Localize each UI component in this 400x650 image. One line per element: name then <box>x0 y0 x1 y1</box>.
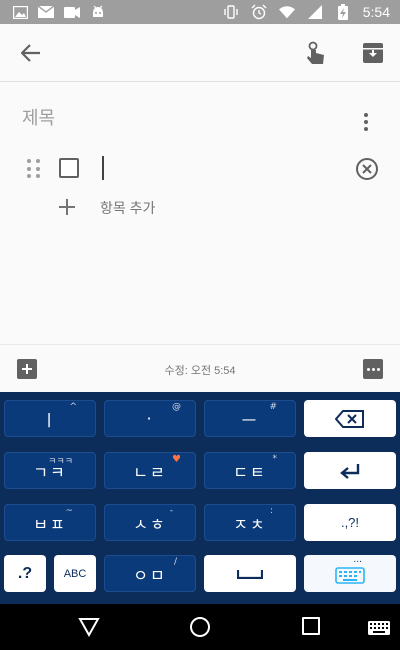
recents-square-icon[interactable] <box>302 617 320 635</box>
more-horiz-icon[interactable] <box>363 359 383 379</box>
status-bar: 5:54 <box>0 0 400 24</box>
space-key[interactable] <box>204 555 296 592</box>
punctuation-key[interactable]: .,?! <box>304 504 396 541</box>
app-bar <box>0 24 400 82</box>
drag-handle-icon[interactable] <box>27 159 41 179</box>
keyboard: ㅣ ^ · @ ㅡ # ㄱㅋ ㅋㅋㅋ ㄴㄹ ♥ ㄷㅌ * ㅂㅍ ~ ㅅㅎ - ㅈ… <box>0 392 400 604</box>
text-cursor[interactable] <box>102 156 104 180</box>
key-j-ch[interactable]: ㅈㅊ : <box>204 504 296 541</box>
key-dot[interactable]: · @ <box>104 400 196 437</box>
key-o-m[interactable]: ㅇㅁ / <box>104 555 196 592</box>
more-vert-icon[interactable] <box>356 110 376 134</box>
screen: 5:54 제목 항목 추가 수정: 오전 5:54 ㅣ ^ · @ ㅡ # ㄱㅋ… <box>0 0 400 650</box>
item-checkbox[interactable] <box>59 158 79 178</box>
key-i[interactable]: ㅣ ^ <box>4 400 96 437</box>
add-item-row[interactable]: 항목 추가 <box>0 194 400 222</box>
cell-signal-icon <box>307 5 323 19</box>
arrow-back-icon[interactable] <box>18 40 44 66</box>
note-title-field[interactable]: 제목 <box>22 104 55 130</box>
add-item-label: 항목 추가 <box>100 200 156 216</box>
backspace-icon <box>335 409 364 428</box>
alarm-icon <box>251 4 267 20</box>
abc-key[interactable]: ABC <box>54 555 96 592</box>
edited-timestamp: 수정: 오전 5:54 <box>164 365 236 377</box>
key-d-t[interactable]: ㄷㅌ * <box>204 452 296 489</box>
vibrate-icon <box>223 5 239 19</box>
enter-icon <box>340 463 360 479</box>
home-circle-icon[interactable] <box>190 617 210 637</box>
key-g-k[interactable]: ㄱㅋ ㅋㅋㅋ <box>4 452 96 489</box>
plus-icon <box>56 196 78 218</box>
wifi-icon <box>278 5 295 19</box>
key-n-r[interactable]: ㄴㄹ ♥ <box>104 452 196 489</box>
enter-key[interactable] <box>304 452 396 489</box>
archive-icon[interactable] <box>360 40 386 66</box>
battery-charging-icon <box>335 4 351 20</box>
key-s-h[interactable]: ㅅㅎ - <box>104 504 196 541</box>
backspace-key[interactable] <box>304 400 396 437</box>
note-editor: 제목 항목 추가 <box>0 82 400 344</box>
status-time: 5:54 <box>362 4 390 20</box>
back-triangle-icon[interactable] <box>78 616 100 638</box>
checklist-item <box>0 154 400 184</box>
mail-icon <box>38 5 54 19</box>
clear-item-icon[interactable] <box>355 157 379 181</box>
video-icon <box>64 5 80 19</box>
keyboard-icon <box>335 566 365 584</box>
symbol-key[interactable]: .? <box>4 555 46 592</box>
image-icon <box>12 5 28 19</box>
space-icon <box>237 569 263 579</box>
keyboard-switch-icon[interactable] <box>368 620 390 635</box>
note-toolbar: 수정: 오전 5:54 <box>0 344 400 392</box>
touch-gesture-icon[interactable] <box>302 40 328 66</box>
navigation-bar <box>0 604 400 650</box>
key-b-p[interactable]: ㅂㅍ ~ <box>4 504 96 541</box>
keyboard-settings-key[interactable]: ... <box>304 555 396 592</box>
android-icon <box>90 5 106 19</box>
key-eu[interactable]: ㅡ # <box>204 400 296 437</box>
